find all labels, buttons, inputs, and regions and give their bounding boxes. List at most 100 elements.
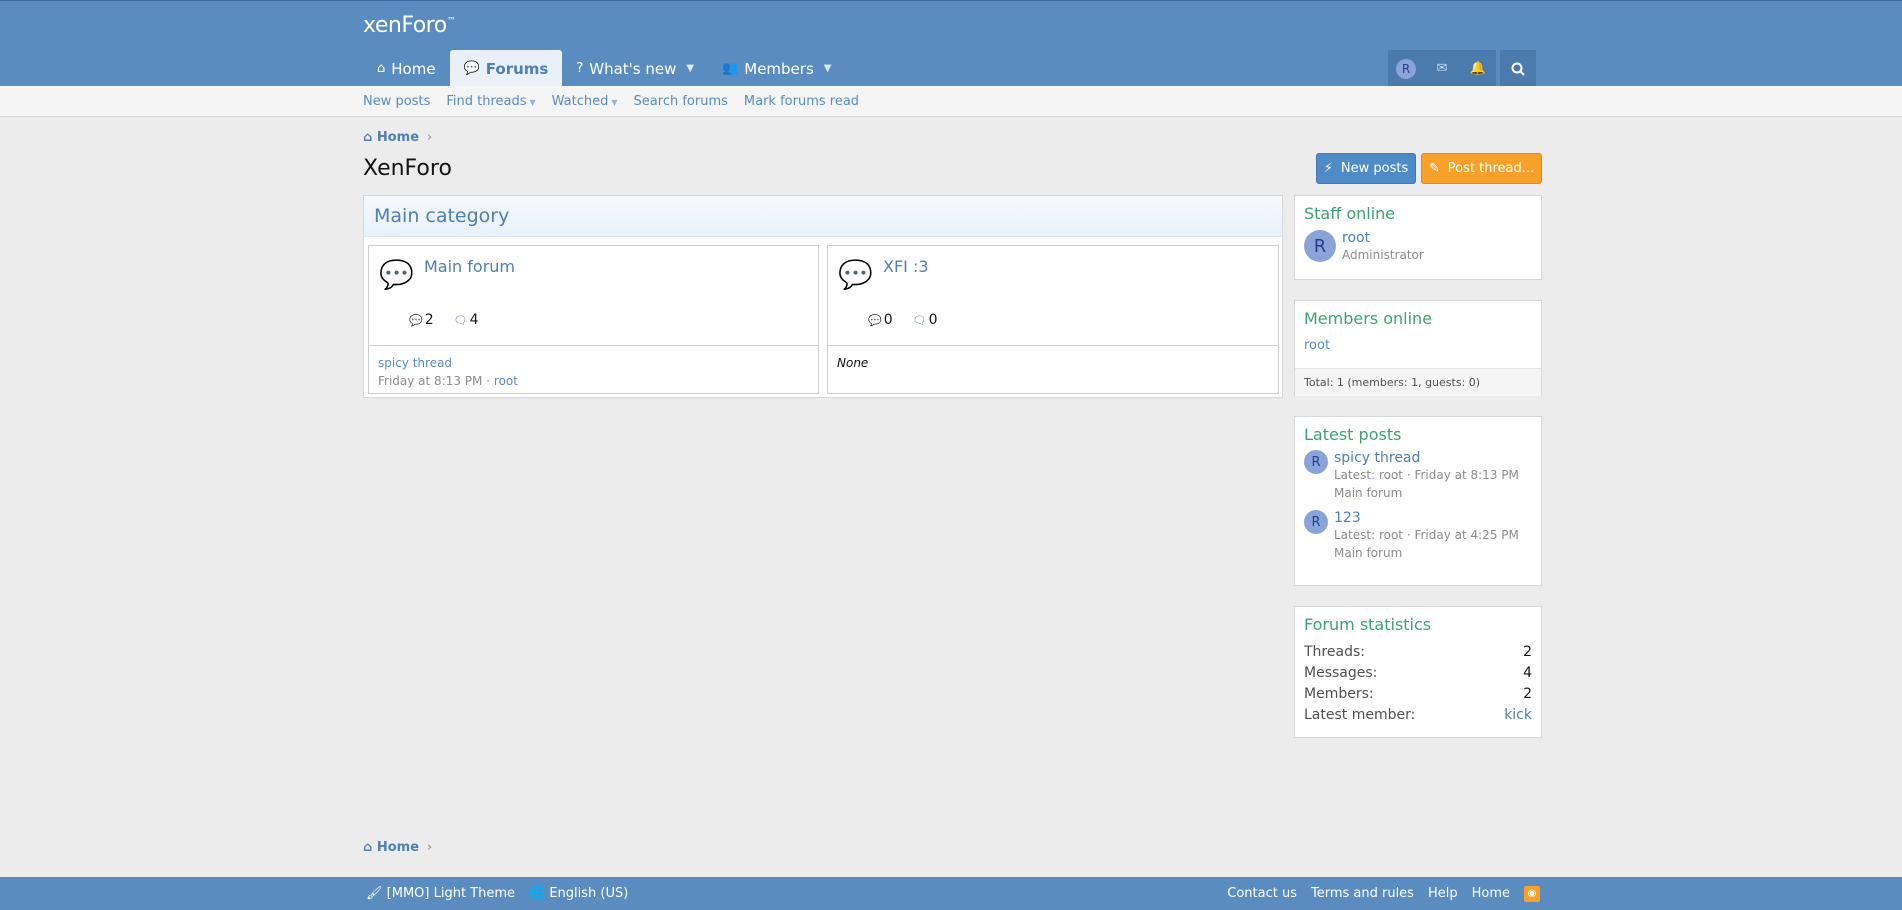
tab-members[interactable]: 👥 Members ▼ [708,50,845,87]
last-thread-link[interactable]: spicy thread [378,354,818,372]
meta-separator: · [486,374,491,388]
user-tools: R ✉ 🔔 [1388,50,1536,87]
footer-link-home[interactable]: Home [1472,886,1510,901]
footer-link-terms[interactable]: Terms and rules [1311,886,1414,901]
subnav-find-threads[interactable]: Find threads ▼ [446,94,535,109]
last-post-meta: Friday at 8:13 PM · root [378,372,818,390]
subnav-new-posts[interactable]: New posts [363,94,430,109]
tab-label: Forums [485,59,549,78]
stats-label: Threads: [1304,644,1365,660]
home-icon: ⌂ [363,839,373,855]
latest-posts-block: Latest posts R spicy thread Latest: root… [1294,416,1542,586]
breadcrumb-separator: › [427,839,433,855]
list-item: R 123 Latest: root · Friday at 4:25 PM M… [1295,502,1541,562]
tab-forums[interactable]: 💬 Forums [449,50,563,87]
messages-stat: 🗨 4 [454,312,479,328]
stats-row: Messages: 4 [1304,665,1532,686]
forum-stats: 💬 2 🗨 4 [409,312,479,328]
tab-home[interactable]: ⌂ Home [363,50,450,87]
stats-value: 2 [1523,686,1532,702]
avatar: R [1396,58,1416,79]
bolt-icon: ⚡ [1323,161,1333,176]
list-item: R spicy thread Latest: root · Friday at … [1295,444,1541,502]
latest-post-meta[interactable]: Latest: root · Friday at 8:13 PM [1334,466,1519,484]
messages-stat: 🗨 0 [913,312,938,328]
block-title[interactable]: Latest posts [1295,417,1541,444]
latest-post-forum[interactable]: Main forum [1334,544,1519,562]
subnav-watched[interactable]: Watched ▼ [552,94,618,109]
staff-online-block: Staff online R root Administrator [1294,195,1542,280]
subnav-label: Find threads [446,94,527,109]
latest-post-title[interactable]: spicy thread [1334,450,1519,466]
stats-row: Members: 2 [1304,686,1532,707]
stats-label: Members: [1304,686,1374,702]
forum-card: 💬 XFI :3 💬 0 🗨 0 None [827,245,1279,394]
avatar[interactable]: R [1304,230,1336,262]
post-thread-button[interactable]: ✎ Post thread... [1421,153,1542,184]
forum-bubbles-icon: 💬 [838,258,873,291]
category-title[interactable]: Main category [364,196,1282,237]
latest-post-title[interactable]: 123 [1334,510,1519,526]
comment-icon: 💬 [463,61,480,76]
new-posts-button[interactable]: ⚡ New posts [1316,153,1416,184]
breadcrumb-label: Home [376,129,420,145]
search-button[interactable] [1500,50,1536,87]
users-icon: 👥 [722,61,739,76]
block-title[interactable]: Staff online [1295,196,1541,223]
block-title[interactable]: Forum statistics [1295,607,1541,634]
breadcrumb-separator: › [427,129,433,145]
comment-icon: 💬 [409,313,423,327]
edit-icon: ✎ [1428,161,1440,176]
language-chooser[interactable]: 🌐 English (US) [529,886,628,901]
staff-role: Administrator [1342,248,1424,262]
bell-icon: 🔔 [1469,61,1487,76]
paint-brush-icon: 🖌 [366,886,383,901]
alerts-button[interactable]: 🔔 [1460,50,1496,87]
site-header: xenForo™ ⌂ Home 💬 Forums ? What's new ▼ … [0,0,1902,87]
breadcrumb-home[interactable]: ⌂ Home [363,840,419,855]
forum-last-post: None [828,346,1278,372]
chevron-down-icon[interactable]: ▼ [686,63,694,74]
forum-title[interactable]: XFI :3 [883,257,929,276]
staff-name[interactable]: root [1342,230,1424,246]
avatar[interactable]: R [1304,450,1328,474]
language-label: English (US) [549,886,629,901]
last-post-date[interactable]: Friday at 8:13 PM [378,374,482,388]
footer-link-contact[interactable]: Contact us [1227,886,1297,901]
breadcrumb-label: Home [376,839,420,855]
latest-post-forum[interactable]: Main forum [1334,484,1519,502]
members-total: Total: 1 (members: 1, guests: 0) [1295,368,1541,396]
forum-card: 💬 Main forum 💬 2 🗨 4 spicy thread Friday… [368,245,819,394]
forum-title[interactable]: Main forum [424,257,515,276]
chevron-down-icon[interactable]: ▼ [824,63,832,74]
search-icon [1511,62,1525,76]
no-last-post: None [837,356,869,370]
latest-post-meta[interactable]: Latest: root · Friday at 4:25 PM [1334,526,1519,544]
rss-icon[interactable]: ◉ [1524,885,1540,902]
category-block: Main category 💬 Main forum 💬 2 🗨 4 spicy… [363,195,1283,398]
comments-icon: 🗨 [453,313,468,327]
stats-value: 4 [1523,665,1532,681]
footer-link-help[interactable]: Help [1428,886,1458,901]
button-label: New posts [1340,161,1409,176]
latest-member-link[interactable]: kick [1504,707,1532,728]
sub-nav: New posts Find threads ▼ Watched ▼ Search … [0,86,1902,117]
forum-bubbles-icon: 💬 [379,258,414,291]
stats-label: Messages: [1304,665,1378,681]
stats-value: 2 [1523,644,1532,660]
style-chooser[interactable]: 🖌 [MMO] Light Theme [366,886,515,901]
block-title[interactable]: Members online [1295,301,1541,328]
avatar[interactable]: R [1304,510,1328,534]
online-member-link[interactable]: root [1295,328,1541,368]
breadcrumb-home[interactable]: ⌂ Home [363,130,419,145]
subnav-mark-forums-read[interactable]: Mark forums read [744,94,859,109]
tab-whats-new[interactable]: ? What's new ▼ [562,50,708,87]
site-logo[interactable]: xenForo™ [363,13,456,38]
subnav-search-forums[interactable]: Search forums [634,94,728,109]
question-icon: ? [576,61,584,76]
inbox-button[interactable]: ✉ [1424,50,1460,87]
members-online-block: Members online root Total: 1 (members: 1… [1294,300,1542,396]
account-button[interactable]: R [1388,50,1424,87]
forum-stats: 💬 0 🗨 0 [868,312,938,328]
last-post-user[interactable]: root [494,374,518,388]
